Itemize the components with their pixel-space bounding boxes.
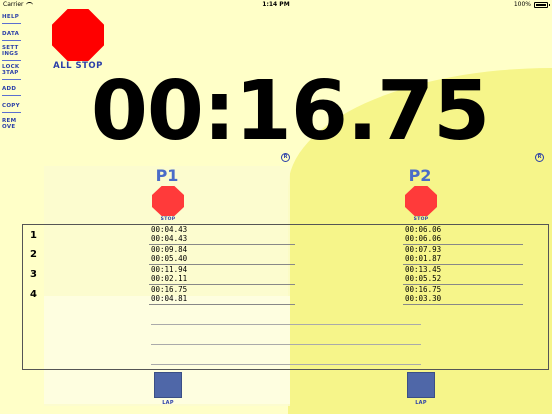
p1-lap-total: 00:11.94 — [151, 265, 188, 274]
registered-mark: R — [281, 153, 290, 162]
row-divider — [403, 304, 523, 305]
player-two-title: P2 — [408, 166, 432, 185]
menu-data[interactable]: DATA — [2, 31, 22, 37]
menu-divider — [2, 40, 21, 41]
p1-lap-total: 00:09.84 — [151, 245, 188, 254]
player-two-lap-label: LAP — [415, 400, 427, 406]
menu-help[interactable]: HELP — [2, 14, 22, 20]
p2-lap-total: 00:06.06 — [405, 225, 442, 234]
p2-lap-split: 00:01.87 — [405, 254, 442, 263]
battery-percent: 100% — [513, 1, 531, 8]
empty-row-line — [151, 364, 421, 365]
lap-number: 2 — [30, 249, 37, 260]
player-one-lap-label: LAP — [162, 400, 174, 406]
battery-icon — [534, 1, 550, 8]
menu-divider — [2, 23, 21, 24]
lap-number: 1 — [30, 230, 37, 241]
p1-lap-split: 00:04.43 — [151, 234, 188, 243]
menu-copy[interactable]: COPY — [2, 103, 22, 109]
p2-lap-total: 00:16.75 — [405, 285, 442, 294]
battery-indicator: 100% — [513, 1, 550, 8]
all-stop-button[interactable] — [52, 9, 104, 61]
menu-divider — [2, 95, 21, 96]
menu-divider — [2, 112, 21, 113]
empty-row-line — [151, 324, 421, 325]
menu-lock[interactable]: LOCK 3TAP — [2, 64, 22, 76]
p1-lap-split: 00:05.40 — [151, 254, 188, 263]
menu-divider — [2, 79, 21, 80]
menu-remove[interactable]: REM OVE — [2, 118, 22, 130]
player-two-lap-button[interactable] — [407, 372, 435, 398]
p2-lap-total: 00:07.93 — [405, 245, 442, 254]
laps-table[interactable]: 1 00:04.43 00:04.43 00:06.06 00:06.06 2 … — [22, 224, 549, 370]
player-two-stop-label: STOP — [413, 217, 429, 222]
player-one-title: P1 — [155, 166, 179, 185]
status-bar: Carrier 1:14 PM 100% — [0, 0, 552, 10]
p1-lap-total: 00:16.75 — [151, 285, 188, 294]
status-time: 1:14 PM — [262, 1, 290, 8]
player-one-lap-button[interactable] — [154, 372, 182, 398]
main-timer-display: 00:16.75 — [90, 64, 490, 159]
menu-add[interactable]: ADD — [2, 86, 22, 92]
menu-settings[interactable]: SETT INGS — [2, 45, 22, 57]
player-one-stop-label: STOP — [160, 217, 176, 222]
p2-lap-total: 00:13.45 — [405, 265, 442, 274]
p1-lap-total: 00:04.43 — [151, 225, 188, 234]
p2-lap-split: 00:06.06 — [405, 234, 442, 243]
p2-lap-split: 00:03.30 — [405, 294, 442, 303]
empty-row-line — [151, 344, 421, 345]
row-divider — [149, 304, 295, 305]
p1-lap-split: 00:04.81 — [151, 294, 188, 303]
menu-divider — [2, 60, 21, 61]
lap-number: 4 — [30, 289, 37, 300]
lap-number: 3 — [30, 269, 37, 280]
registered-mark: R — [535, 153, 544, 162]
player-one-stop-button[interactable] — [152, 186, 184, 216]
p2-lap-split: 00:05.52 — [405, 274, 442, 283]
p1-lap-split: 00:02.11 — [151, 274, 188, 283]
